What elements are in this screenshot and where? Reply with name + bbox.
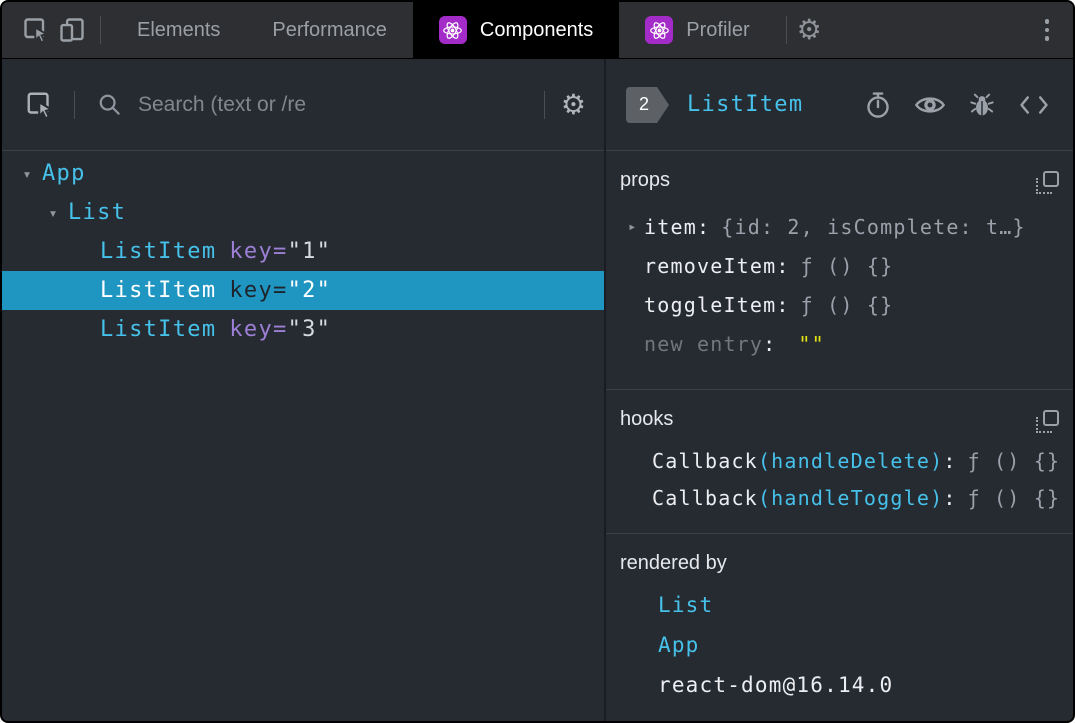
tree-row-listitem-1[interactable]: ListItem key="1" bbox=[2, 232, 604, 271]
hook-row-handletoggle: Callback (handleToggle): ƒ () {} bbox=[652, 485, 1059, 510]
props-section-title: props bbox=[620, 169, 671, 191]
components-panel: ⚙ ▾ App ▾ List ListItem key="1" ListItem k… bbox=[2, 59, 1073, 721]
tab-label: Performance bbox=[272, 18, 387, 41]
key-attribute: key="3" bbox=[229, 317, 332, 342]
view-source-code-icon[interactable] bbox=[1015, 86, 1053, 124]
element-badge: 2 bbox=[626, 86, 670, 123]
component-name: List bbox=[68, 200, 127, 225]
hook-name-link: (handleDelete) bbox=[757, 448, 944, 473]
tree-row-listitem-2-selected[interactable]: ListItem key="2" bbox=[2, 271, 604, 310]
settings-gear-icon[interactable]: ⚙ bbox=[797, 16, 822, 44]
select-component-icon[interactable] bbox=[20, 85, 60, 125]
component-tree: ▾ App ▾ List ListItem key="1" ListItem key… bbox=[2, 151, 604, 721]
prop-row-toggleitem: toggleItem: ƒ () {} bbox=[644, 292, 894, 317]
component-name: ListItem bbox=[100, 278, 217, 303]
inspector-pane: 2 ListItem props ▸ item: {id: 2, isComp… bbox=[606, 59, 1073, 721]
tree-row-listitem-3[interactable]: ListItem key="3" bbox=[2, 310, 604, 349]
hooks-rows: Callback (handleDelete): ƒ () {} Callback(… bbox=[620, 442, 1059, 516]
inspect-dom-eye-icon[interactable] bbox=[911, 86, 949, 124]
key-attribute: key="1" bbox=[229, 239, 332, 264]
tab-profiler[interactable]: Profiler bbox=[619, 2, 775, 58]
rendered-by-section: rendered by List App react-dom@16.14.0 bbox=[606, 534, 1073, 721]
hook-row-handledelete: Callback (handleDelete): ƒ () {} bbox=[652, 448, 1059, 473]
hooks-section: hooks Callback (handleDelete): ƒ () {} Cal… bbox=[606, 390, 1073, 534]
react-logo-icon bbox=[645, 16, 674, 44]
devtools-tabbar: Elements Performance Components Profiler… bbox=[2, 2, 1073, 59]
inspect-element-icon[interactable] bbox=[18, 12, 54, 48]
device-toolbar-icon[interactable] bbox=[54, 12, 90, 48]
renderer-version: react-dom@16.14.0 bbox=[658, 673, 894, 697]
tree-pane: ⚙ ▾ App ▾ List ListItem key="1" ListItem k… bbox=[2, 59, 606, 721]
rendered-by-item[interactable]: App bbox=[620, 625, 1059, 665]
kebab-menu-icon[interactable] bbox=[1035, 13, 1060, 47]
tab-elements[interactable]: Elements bbox=[111, 2, 246, 58]
component-name: ListItem bbox=[100, 239, 217, 264]
new-entry-name-input[interactable]: new entry bbox=[644, 332, 763, 356]
hooks-section-title: hooks bbox=[620, 408, 674, 430]
tab-label: Profiler bbox=[686, 18, 750, 41]
tab-components[interactable]: Components bbox=[412, 2, 620, 58]
tree-settings-gear-icon[interactable]: ⚙ bbox=[561, 90, 586, 119]
new-prop-entry-row[interactable]: new entry: "" bbox=[620, 324, 1059, 363]
tree-toolbar: ⚙ bbox=[2, 59, 604, 151]
selected-component-title: ListItem bbox=[687, 92, 804, 117]
rendered-by-item[interactable]: List bbox=[620, 585, 1059, 625]
props-section: props ▸ item: {id: 2, isComplete: t…} remo… bbox=[606, 151, 1073, 390]
tree-row-app[interactable]: ▾ App bbox=[2, 154, 604, 193]
toolbar-divider bbox=[543, 90, 545, 119]
expander-icon[interactable]: ▸ bbox=[620, 219, 644, 235]
hook-name-link: (handleToggle) bbox=[757, 485, 944, 510]
log-bug-icon[interactable] bbox=[963, 86, 1001, 124]
tab-label: Elements bbox=[137, 18, 221, 41]
tab-performance[interactable]: Performance bbox=[246, 2, 413, 58]
new-entry-value-input[interactable]: "" bbox=[798, 332, 824, 356]
toolbar-divider bbox=[100, 16, 101, 44]
prop-value: ƒ () {} bbox=[800, 253, 894, 278]
toolbar-divider bbox=[785, 16, 787, 44]
toolbar-divider bbox=[74, 90, 75, 119]
tab-label: Components bbox=[479, 18, 594, 41]
tree-row-list[interactable]: ▾ List bbox=[2, 193, 604, 232]
search-bar bbox=[89, 91, 528, 118]
prop-value: {id: 2, isComplete: t…} bbox=[721, 214, 1026, 239]
props-rows: ▸ item: {id: 2, isComplete: t…} removeItem… bbox=[620, 207, 1059, 363]
key-attribute: key="2" bbox=[229, 278, 332, 303]
suspense-stopwatch-icon[interactable] bbox=[859, 86, 897, 124]
expander-icon[interactable]: ▾ bbox=[38, 204, 68, 222]
prop-row-removeitem: removeItem: ƒ () {} bbox=[644, 253, 894, 278]
owner-link[interactable]: App bbox=[658, 633, 700, 657]
react-logo-icon bbox=[438, 16, 467, 44]
rendered-by-rows: List App react-dom@16.14.0 bbox=[620, 585, 1059, 705]
prop-value: ƒ () {} bbox=[800, 292, 894, 317]
search-input[interactable] bbox=[136, 91, 528, 118]
component-name: ListItem bbox=[100, 317, 217, 342]
prop-row-item[interactable]: ▸ item: {id: 2, isComplete: t…} bbox=[620, 207, 1059, 246]
owner-link[interactable]: List bbox=[658, 593, 713, 617]
component-name: App bbox=[42, 161, 86, 186]
copy-icon[interactable] bbox=[1036, 410, 1059, 433]
rendered-by-title: rendered by bbox=[620, 552, 727, 574]
copy-icon[interactable] bbox=[1036, 171, 1059, 194]
rendered-by-item: react-dom@16.14.0 bbox=[620, 665, 1059, 705]
search-icon bbox=[97, 92, 122, 117]
expander-icon[interactable]: ▾ bbox=[12, 165, 42, 183]
devtools-window: Elements Performance Components Profiler… bbox=[0, 0, 1075, 723]
inspector-header: 2 ListItem bbox=[606, 59, 1073, 151]
